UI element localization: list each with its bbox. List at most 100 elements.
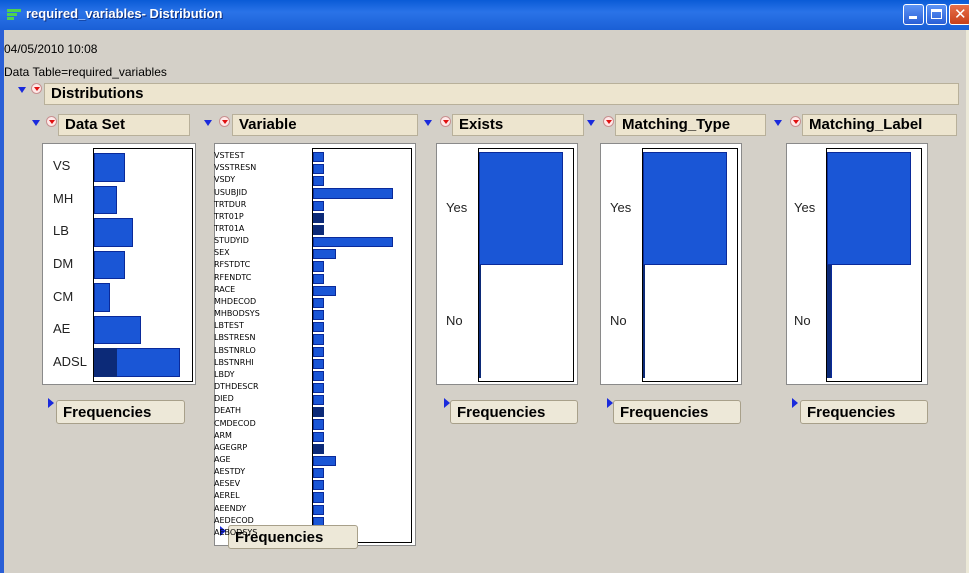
matching-type-bar-chart[interactable] <box>642 148 738 382</box>
matching-label-menu-icon[interactable] <box>790 116 801 127</box>
category-label: LBSTNRLO <box>214 345 256 355</box>
bar-studyid[interactable] <box>313 237 393 248</box>
category-label: RFSTDTC <box>214 260 251 270</box>
bar-died[interactable] <box>313 395 325 406</box>
variable-header[interactable]: Variable <box>232 114 418 136</box>
category-label: AGEGRP <box>214 442 248 452</box>
category-label: No <box>794 312 811 328</box>
data-set-disclosure-icon[interactable] <box>32 120 40 126</box>
bar-usubjid[interactable] <box>313 188 393 199</box>
data-set-frequencies-disclosure-icon[interactable] <box>48 398 54 408</box>
bar-lbstnrlo[interactable] <box>313 346 325 357</box>
variable-menu-icon[interactable] <box>219 116 230 127</box>
bar-vs[interactable] <box>94 153 126 182</box>
bar-yes[interactable] <box>643 152 727 265</box>
window-title: required_variables- Distribution <box>26 6 223 21</box>
window-titlebar[interactable]: required_variables- Distribution <box>0 0 969 30</box>
exists-title: Exists <box>459 116 504 133</box>
matching-label-frequencies-button[interactable]: Frequencies <box>800 400 928 424</box>
disclosure-icon[interactable] <box>18 87 26 93</box>
category-label: AEENDY <box>214 503 247 513</box>
bar-rfstdtc[interactable] <box>313 261 325 272</box>
bar-cmdecod[interactable] <box>313 419 325 430</box>
selected-bar-segment <box>313 212 325 223</box>
maximize-button[interactable] <box>926 4 947 25</box>
bar-trtdur[interactable] <box>313 200 325 211</box>
bar-dm[interactable] <box>94 250 126 280</box>
bar-lb[interactable] <box>94 218 134 247</box>
category-label: AESTDY <box>214 467 246 477</box>
data-table-label: Data Table=required_variables <box>4 65 167 79</box>
category-label: CM <box>53 288 74 304</box>
matching-label-bar-chart[interactable] <box>826 148 922 382</box>
category-label: STUDYID <box>214 236 249 246</box>
category-label: AEDECOD <box>214 515 254 525</box>
bar-race[interactable] <box>313 285 336 296</box>
category-label: VSDY <box>214 175 236 185</box>
bar-aeendy[interactable] <box>313 504 325 515</box>
category-label: TRT01P <box>214 211 244 221</box>
exists-menu-icon[interactable] <box>440 116 451 127</box>
category-label: Yes <box>446 199 468 215</box>
distributions-header[interactable]: Distributions <box>44 83 959 105</box>
data-set-frequencies-button[interactable]: Frequencies <box>56 400 185 424</box>
bar-vsstresn[interactable] <box>313 164 325 175</box>
red-triangle-menu-icon[interactable] <box>31 83 42 94</box>
bar-lbtest[interactable] <box>313 322 325 333</box>
matching-label-header[interactable]: Matching_Label <box>802 114 957 136</box>
bar-rfendtc[interactable] <box>313 273 325 284</box>
exists-frequencies-button[interactable]: Frequencies <box>450 400 578 424</box>
variable-bar-chart[interactable] <box>312 148 412 543</box>
bar-aestdy[interactable] <box>313 468 325 479</box>
bar-ae[interactable] <box>94 315 141 345</box>
category-label: SEX <box>214 248 230 258</box>
category-label: DIED <box>214 394 234 404</box>
category-label: DEATH <box>214 406 241 416</box>
bar-vstest[interactable] <box>313 152 325 163</box>
report-timestamp: 04/05/2010 10:08 <box>4 42 98 56</box>
category-label: AESEV <box>214 479 241 489</box>
category-label: DTHDESCR <box>214 382 259 392</box>
frequencies-label: Frequencies <box>807 404 896 421</box>
matching-type-disclosure-icon[interactable] <box>587 120 595 126</box>
matching-label-frequencies-disclosure-icon[interactable] <box>792 398 798 408</box>
exists-disclosure-icon[interactable] <box>424 120 432 126</box>
minimize-button[interactable] <box>903 4 924 25</box>
bar-vsdy[interactable] <box>313 176 325 187</box>
category-label: TRT01A <box>214 224 245 234</box>
bar-cm[interactable] <box>94 283 110 312</box>
category-label: LBSTNRHI <box>214 357 254 367</box>
bar-mhbodsys[interactable] <box>313 310 325 321</box>
app-icon <box>7 9 21 21</box>
bar-aerel[interactable] <box>313 492 325 503</box>
bar-lbstresn[interactable] <box>313 334 325 345</box>
bar-aesev[interactable] <box>313 480 325 491</box>
category-label: AE <box>53 321 71 337</box>
selected-bar-segment <box>313 443 325 454</box>
bar-lbstnrhi[interactable] <box>313 358 325 369</box>
bar-sex[interactable] <box>313 249 336 260</box>
variable-title: Variable <box>239 116 297 133</box>
matching-type-frequencies-button[interactable]: Frequencies <box>613 400 741 424</box>
bar-mh[interactable] <box>94 185 118 215</box>
exists-header[interactable]: Exists <box>452 114 584 136</box>
data-set-header[interactable]: Data Set <box>58 114 190 136</box>
bar-dthdescr[interactable] <box>313 382 325 394</box>
matching-label-disclosure-icon[interactable] <box>774 120 782 126</box>
bar-yes[interactable] <box>827 152 911 265</box>
exists-bar-chart[interactable] <box>478 148 574 382</box>
bar-yes[interactable] <box>479 152 563 265</box>
bar-age[interactable] <box>313 455 336 467</box>
matching-type-menu-icon[interactable] <box>603 116 614 127</box>
data-set-bar-chart[interactable] <box>93 148 193 382</box>
bar-mhdecod[interactable] <box>313 297 325 309</box>
selected-bar-segment <box>827 265 831 378</box>
variable-disclosure-icon[interactable] <box>204 120 212 126</box>
bar-arm[interactable] <box>313 431 325 442</box>
bar-lbdy[interactable] <box>313 370 325 381</box>
category-label: VSTEST <box>214 151 245 161</box>
category-label: RFENDTC <box>214 272 252 282</box>
close-button[interactable] <box>949 4 969 25</box>
matching-type-header[interactable]: Matching_Type <box>615 114 766 136</box>
data-set-menu-icon[interactable] <box>46 116 57 127</box>
